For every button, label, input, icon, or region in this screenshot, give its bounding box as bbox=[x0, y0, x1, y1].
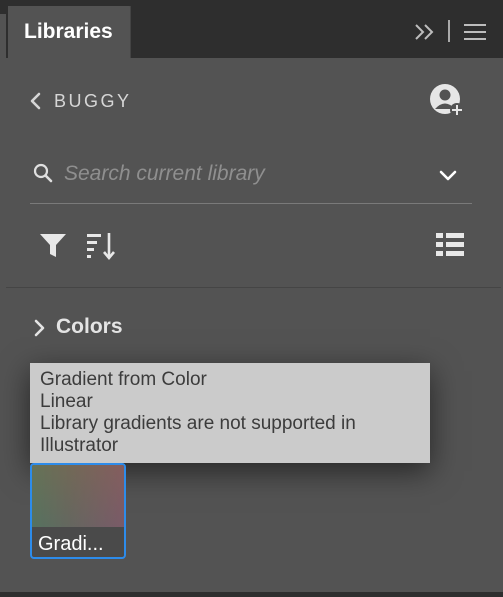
item-tooltip: Gradient from Color Linear Library gradi… bbox=[30, 363, 430, 463]
tab-label: Libraries bbox=[24, 20, 113, 43]
section-title-colors[interactable]: Colors bbox=[56, 315, 123, 339]
filter-icon[interactable] bbox=[38, 230, 68, 260]
tooltip-line: Gradient from Color bbox=[40, 369, 207, 390]
expand-icon[interactable] bbox=[412, 18, 440, 46]
toolbar-separator bbox=[448, 20, 450, 42]
chevron-right-icon[interactable] bbox=[32, 318, 46, 338]
swatch-label: Gradi... bbox=[38, 533, 104, 555]
gradient-preview bbox=[32, 465, 124, 527]
search-input[interactable] bbox=[64, 158, 414, 190]
back-icon[interactable] bbox=[28, 91, 42, 111]
tab-libraries[interactable]: Libraries bbox=[8, 6, 131, 58]
search-underline bbox=[30, 203, 472, 204]
sort-icon[interactable] bbox=[85, 230, 119, 262]
gradient-swatch[interactable]: Gradi... bbox=[30, 463, 126, 559]
panel-topbar: Libraries bbox=[0, 0, 503, 58]
tooltip-line: Library gradients are not supported in bbox=[40, 413, 356, 434]
library-name[interactable]: BUGGY bbox=[54, 91, 132, 112]
tooltip-line: Linear bbox=[40, 391, 93, 412]
search-icon bbox=[33, 163, 53, 183]
tooltip-line: Illustrator bbox=[40, 435, 119, 456]
user-add-icon[interactable] bbox=[428, 82, 466, 118]
chevron-down-icon[interactable] bbox=[437, 165, 459, 185]
menu-icon[interactable] bbox=[461, 18, 489, 46]
section-divider bbox=[6, 287, 501, 288]
list-view-icon[interactable] bbox=[434, 230, 466, 260]
